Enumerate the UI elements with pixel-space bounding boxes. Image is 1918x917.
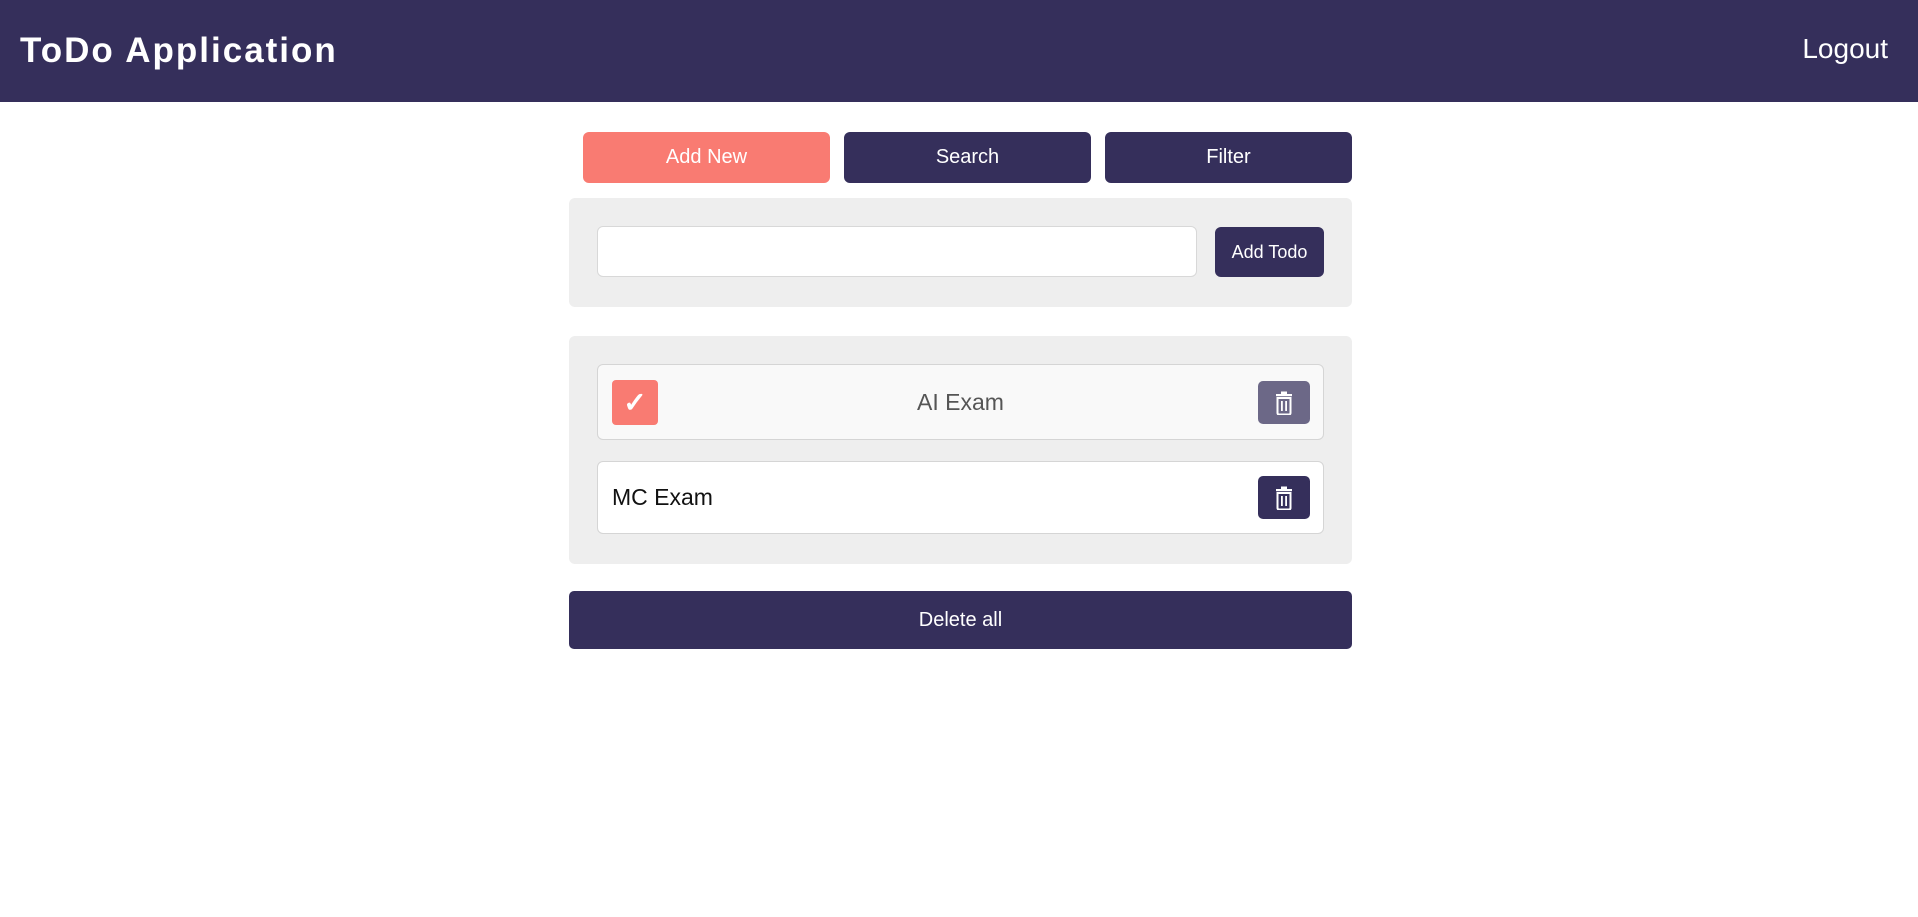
delete-todo-button[interactable] — [1258, 476, 1310, 519]
todo-input[interactable] — [597, 226, 1197, 277]
todo-item: ✓ AI Exam — [597, 364, 1324, 440]
todo-list: ✓ AI Exam MC Exam — [569, 336, 1352, 564]
logout-link[interactable]: Logout — [1802, 29, 1888, 69]
trash-icon — [1276, 486, 1292, 510]
checkmark-icon: ✓ — [623, 387, 647, 418]
app-title: ToDo Application — [20, 31, 338, 70]
completed-checkbox[interactable]: ✓ — [612, 380, 658, 425]
add-todo-panel: Add Todo — [569, 198, 1352, 307]
top-navbar: ToDo Application Logout — [0, 0, 1918, 102]
todo-item-text: AI Exam — [917, 388, 1004, 415]
todo-item-text: MC Exam — [612, 484, 713, 510]
tab-search[interactable]: Search — [844, 132, 1091, 183]
delete-todo-button[interactable] — [1258, 381, 1310, 424]
tab-filter[interactable]: Filter — [1105, 132, 1352, 183]
tab-add-new[interactable]: Add New — [583, 132, 830, 183]
delete-all-button[interactable]: Delete all — [569, 591, 1352, 649]
add-todo-button[interactable]: Add Todo — [1215, 227, 1324, 277]
todo-item[interactable]: MC Exam — [597, 461, 1324, 534]
trash-icon — [1276, 391, 1292, 415]
